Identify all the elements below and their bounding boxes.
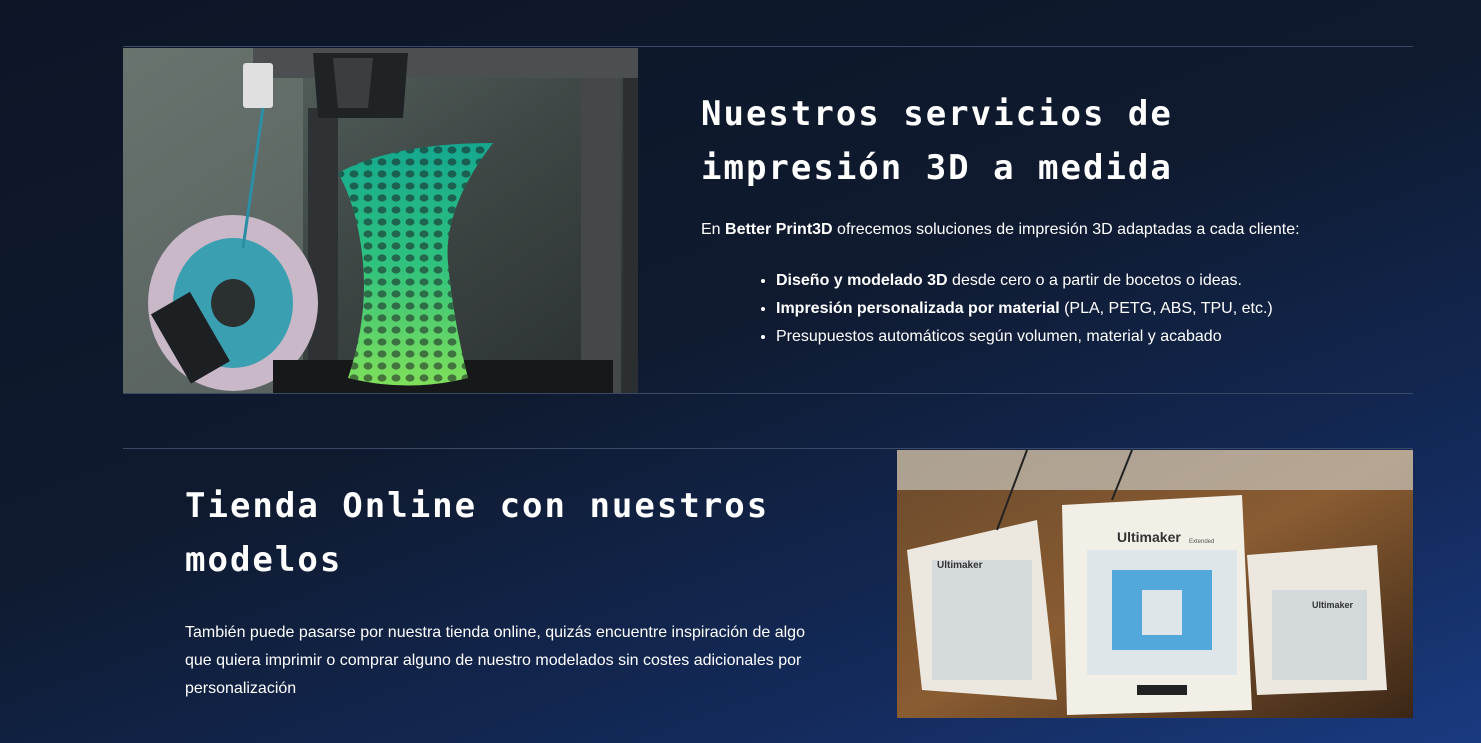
ultimaker-label-main: Ultimaker <box>1117 529 1181 545</box>
ultimaker-label-sub: Extended <box>1189 539 1214 545</box>
brand-name: Better Print3D <box>725 221 833 238</box>
shop-title-line1: Tienda Online con nuestros <box>185 486 770 526</box>
ultimaker-photo-illustration: Ultimaker Ultimaker Ultimaker Extended <box>897 450 1413 718</box>
shop-title: Tienda Online con nuestros modelos <box>185 479 825 587</box>
shop-title-line2: modelos <box>185 540 343 580</box>
list-item-text: Presupuestos automáticos según volumen, … <box>776 328 1222 345</box>
ultimaker-label-left: Ultimaker <box>937 560 983 571</box>
printer-photo-illustration <box>123 48 638 393</box>
list-item-text: desde cero o a partir de bocetos o ideas… <box>947 272 1242 289</box>
list-item-bold: Impresión personalizada por material <box>776 300 1060 317</box>
list-item: Impresión personalizada por material (PL… <box>776 295 1381 323</box>
shop-body: También puede pasarse por nuestra tienda… <box>185 624 805 697</box>
list-item: Diseño y modelado 3D desde cero o a part… <box>776 267 1381 295</box>
ultimaker-photo: Ultimaker Ultimaker Ultimaker Extended <box>897 450 1413 718</box>
intro-prefix: En <box>701 221 726 238</box>
shop-text: Tienda Online con nuestros modelos Tambi… <box>185 479 825 703</box>
services-list: Diseño y modelado 3D desde cero o a part… <box>701 267 1381 351</box>
list-item-text: (PLA, PETG, ABS, TPU, etc.) <box>1059 300 1273 317</box>
services-text: Nuestros servicios de impresión 3D a med… <box>701 87 1381 351</box>
services-title: Nuestros servicios de impresión 3D a med… <box>701 87 1381 195</box>
shop-section: Tienda Online con nuestros modelos Tambi… <box>123 448 1413 719</box>
printer-photo <box>123 48 638 393</box>
services-section: Nuestros servicios de impresión 3D a med… <box>123 46 1413 394</box>
services-intro: En Better Print3D ofrecemos soluciones d… <box>701 217 1381 243</box>
list-item: Presupuestos automáticos según volumen, … <box>776 323 1381 351</box>
services-title-line1: Nuestros servicios de <box>701 94 1173 134</box>
list-item-bold: Diseño y modelado 3D <box>776 272 948 289</box>
ultimaker-label-right: Ultimaker <box>1312 600 1354 610</box>
services-title-line2: impresión 3D a medida <box>701 148 1173 188</box>
intro-suffix: ofrecemos soluciones de impresión 3D ada… <box>832 221 1300 238</box>
